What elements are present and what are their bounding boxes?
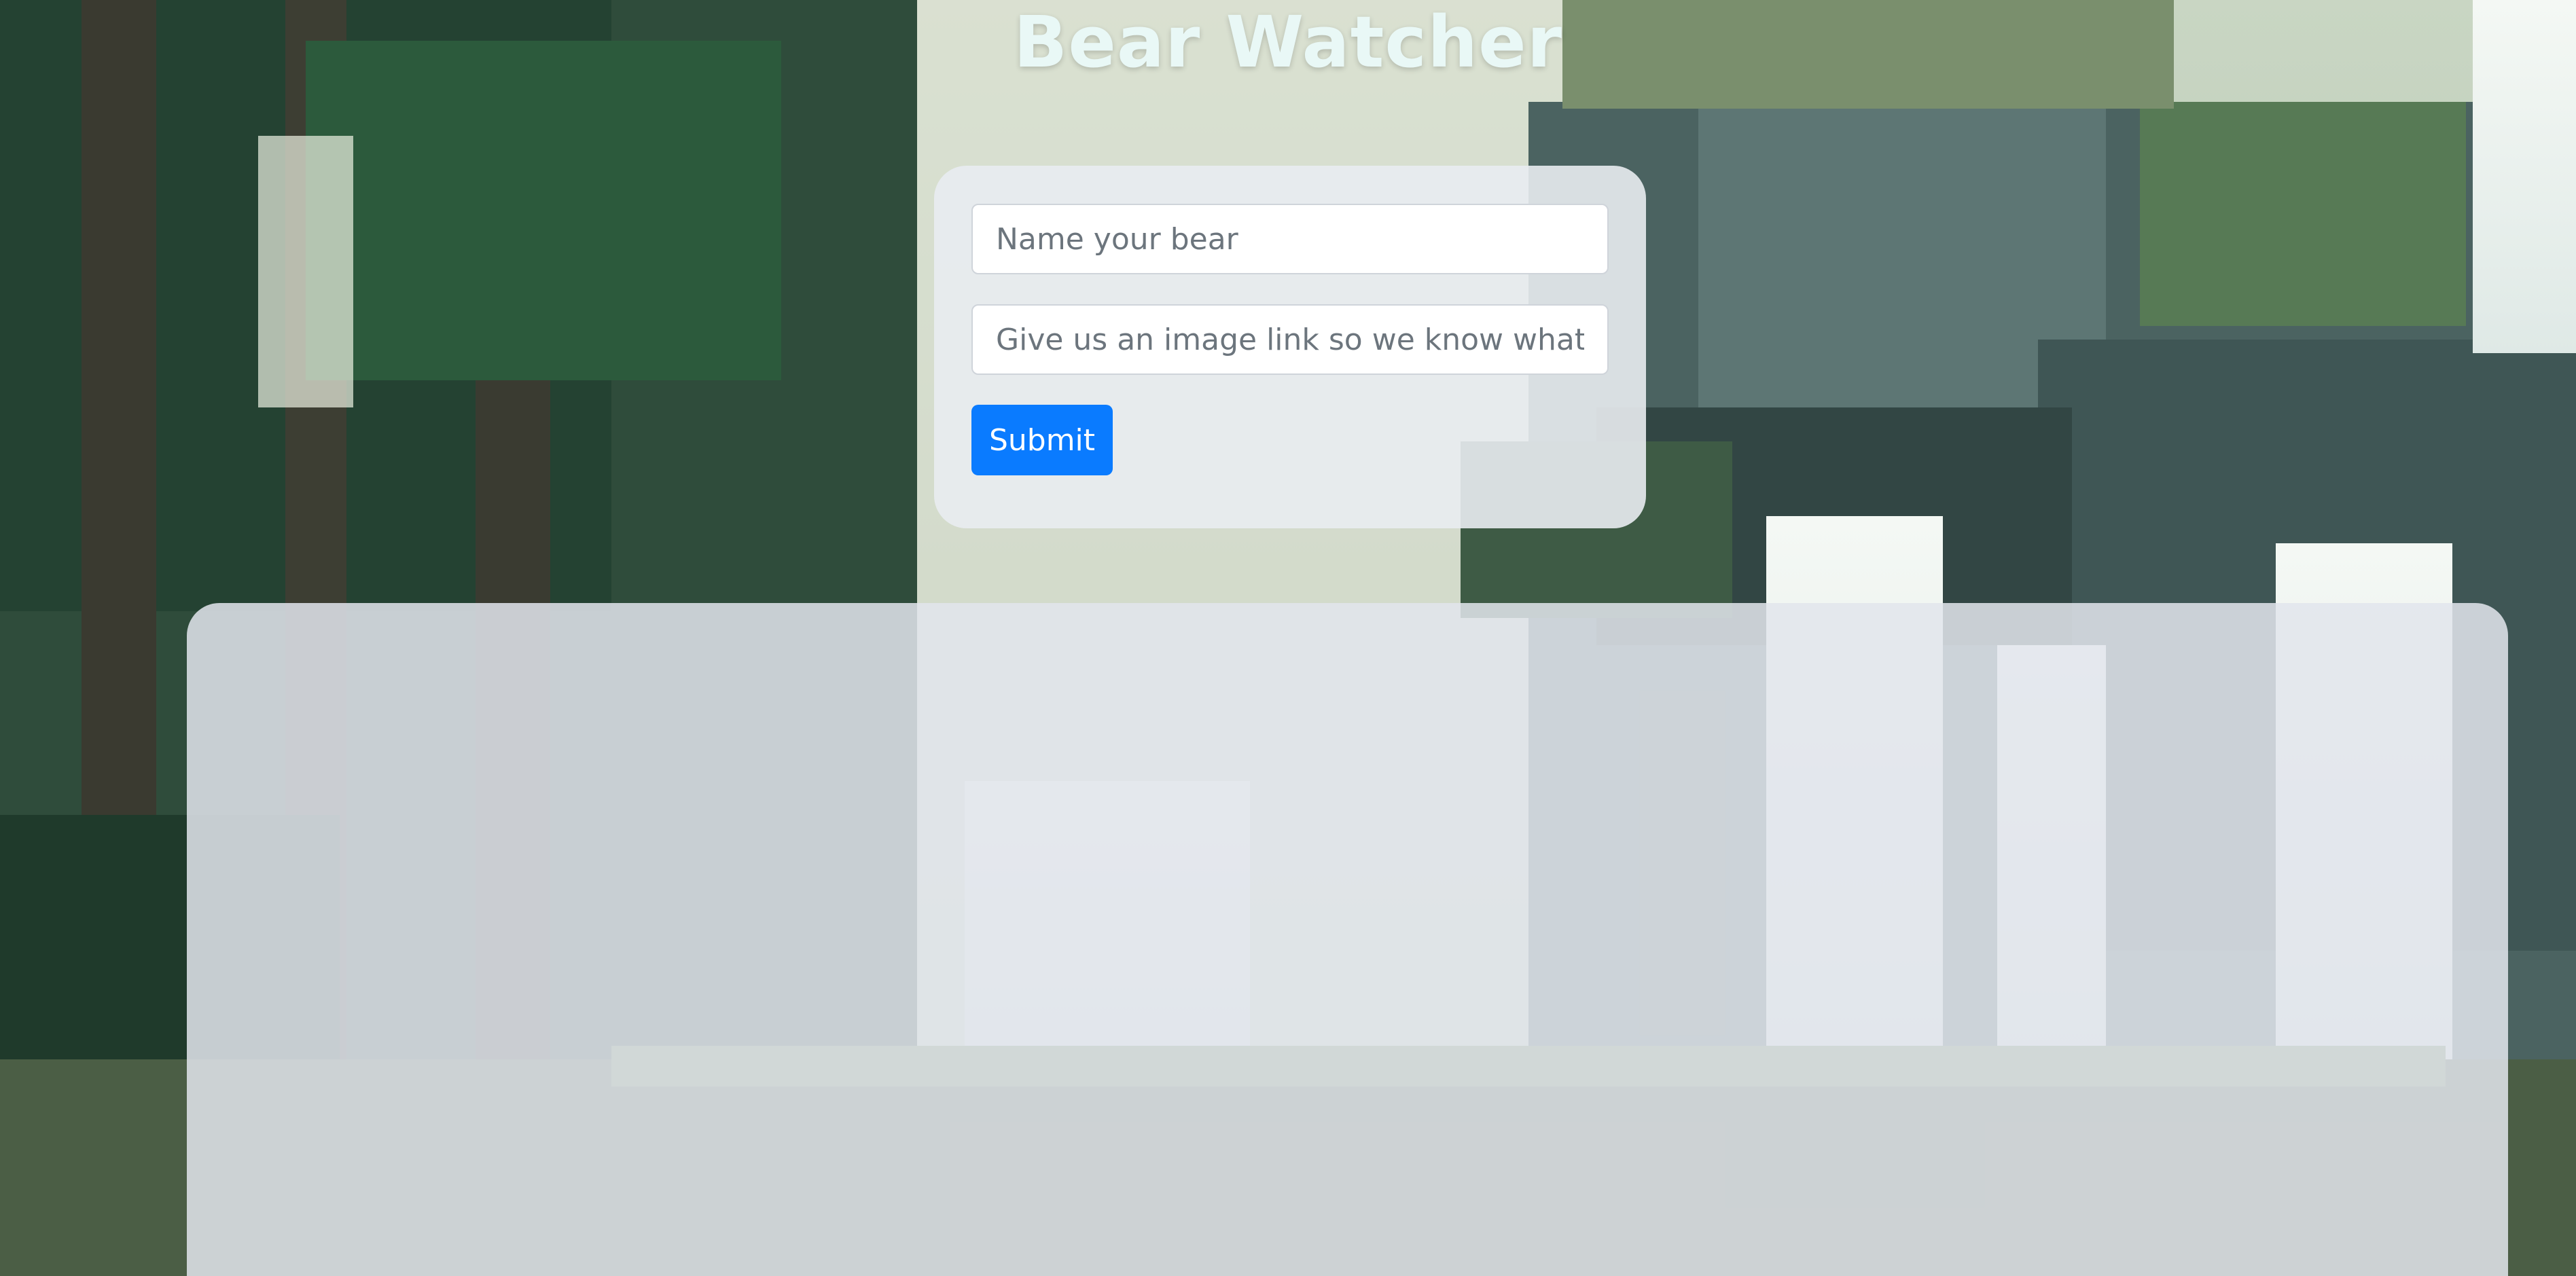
- page: Bear Watcher Submit: [0, 0, 2576, 1276]
- bear-image-url-input[interactable]: [971, 304, 1609, 375]
- page-title: Bear Watcher: [1014, 1, 1562, 84]
- bear-form-card: Submit: [934, 166, 1646, 528]
- bear-list-panel: [187, 603, 2508, 1276]
- bear-name-input[interactable]: [971, 204, 1609, 274]
- submit-button[interactable]: Submit: [971, 405, 1113, 475]
